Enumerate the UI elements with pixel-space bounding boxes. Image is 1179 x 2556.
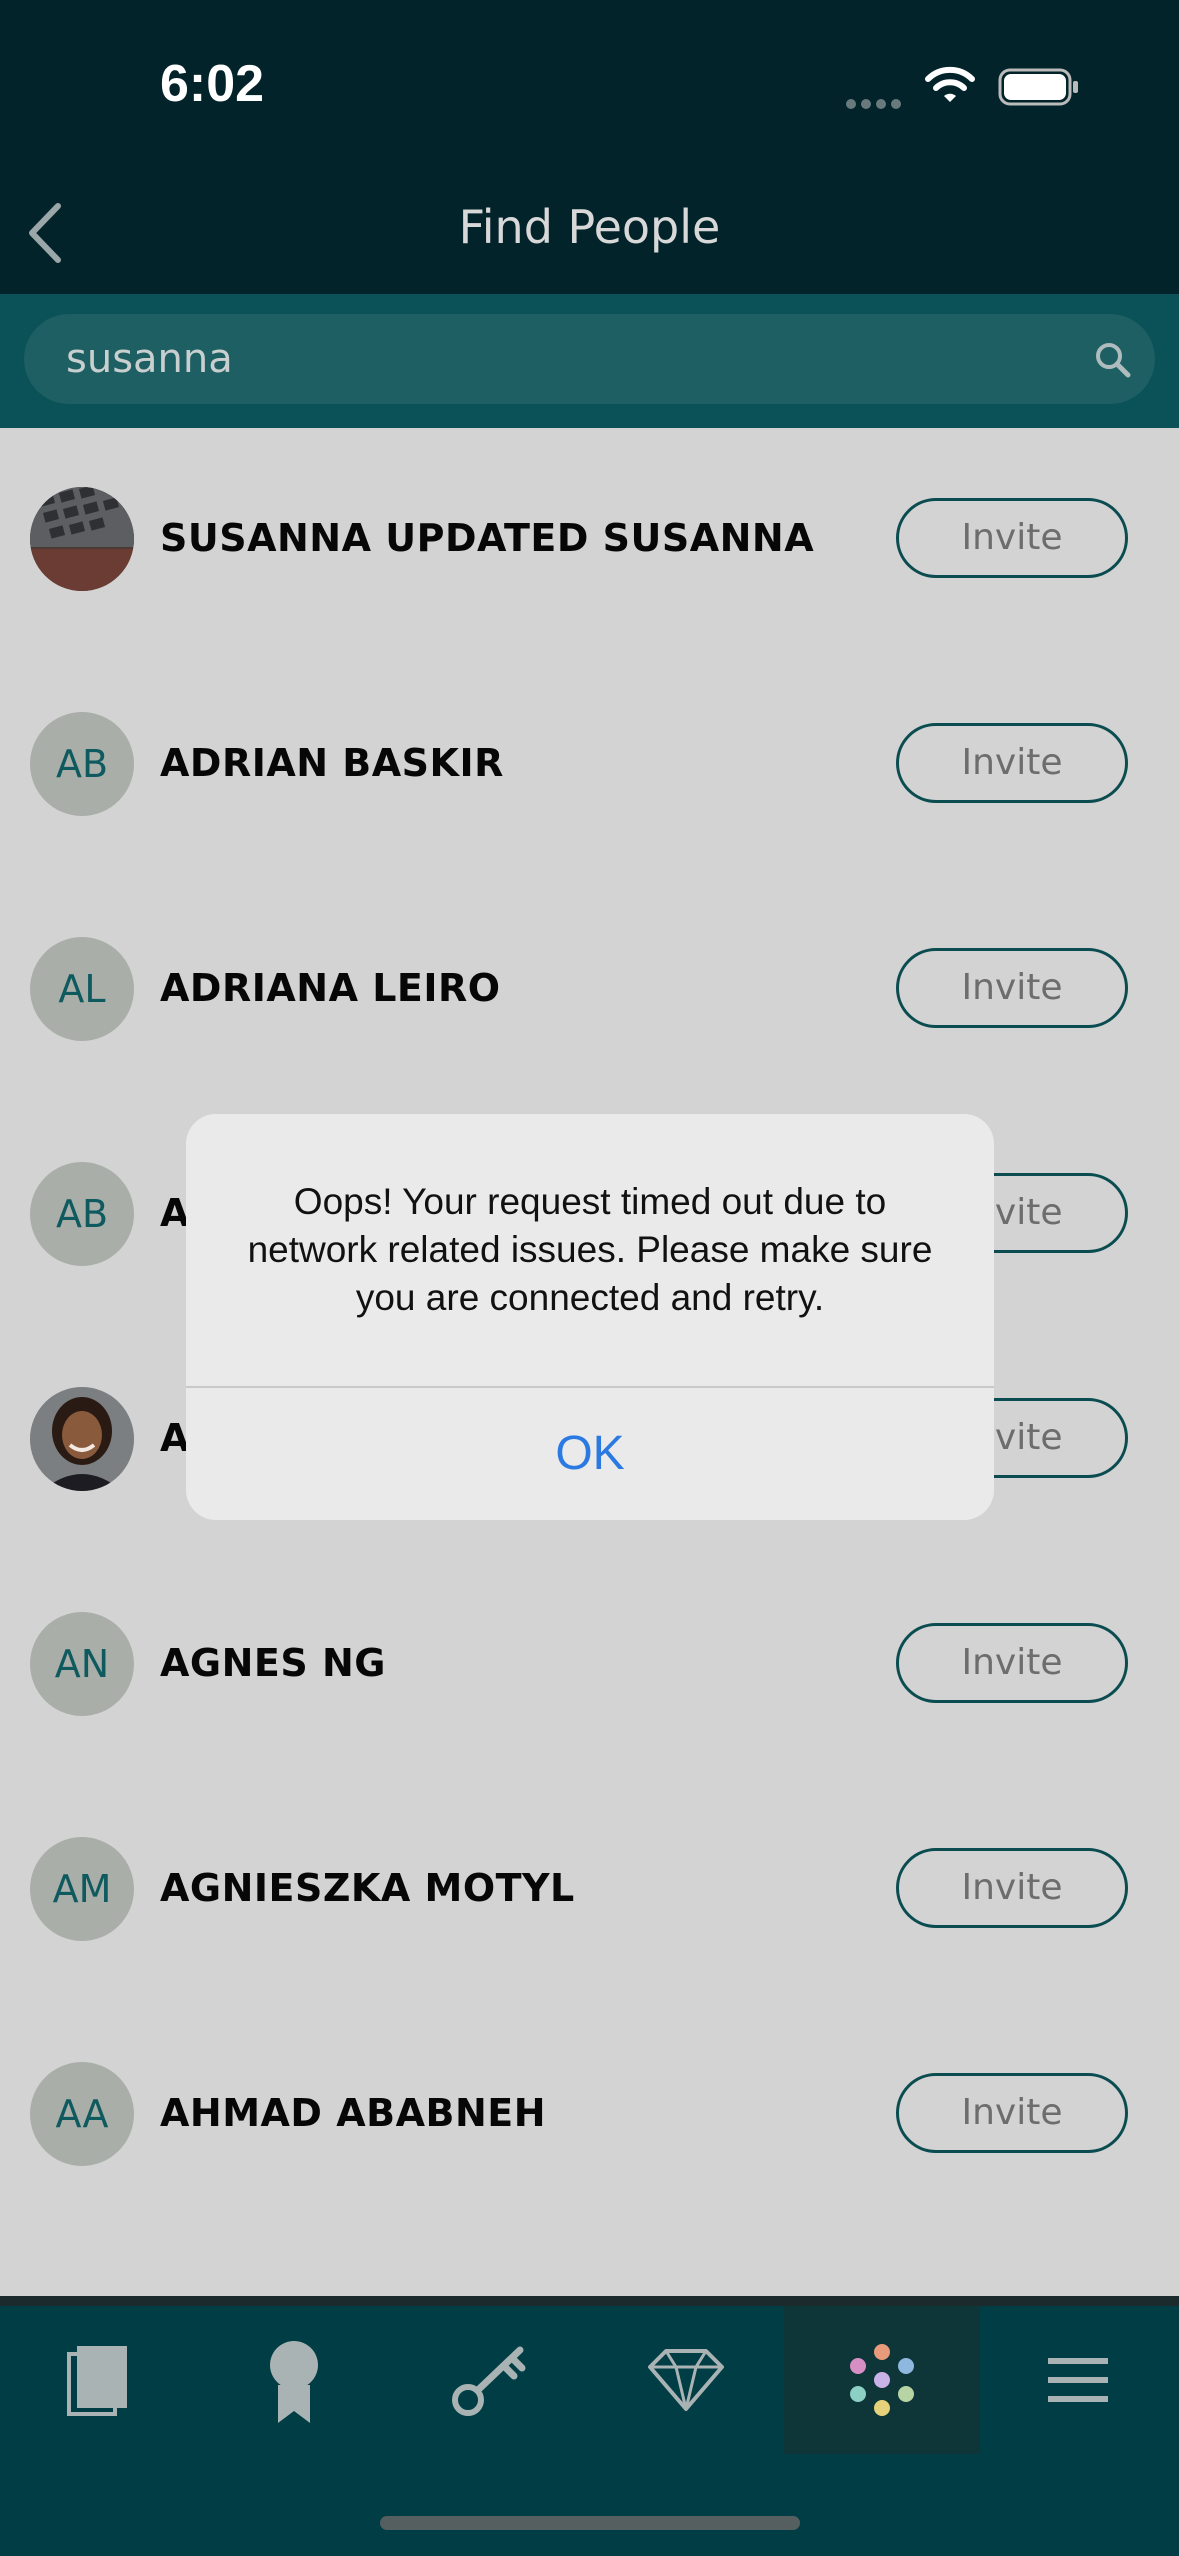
tab-achievements[interactable] <box>196 2306 392 2454</box>
person-photo-icon <box>30 1387 134 1491</box>
avatar: AB <box>30 1162 134 1266</box>
person-name: ADRIANA LEIRO <box>160 966 501 1010</box>
avatar <box>30 1387 134 1491</box>
tab-people[interactable] <box>784 2306 980 2454</box>
book-icon <box>67 2346 127 2416</box>
avatar: AN <box>30 1612 134 1716</box>
tab-bar <box>0 2296 1179 2556</box>
tab-library[interactable] <box>0 2306 196 2454</box>
avatar <box>30 487 134 591</box>
alert-dialog: Oops! Your request timed out due to netw… <box>186 1114 994 1520</box>
avatar-initials: AN <box>54 1642 110 1686</box>
status-bar: 6:02 <box>0 0 1179 160</box>
invite-button[interactable]: Invite <box>896 723 1128 803</box>
search-icon[interactable] <box>1093 340 1133 380</box>
person-name: ADRIAN BASKIR <box>160 741 504 785</box>
avatar-initials: AL <box>58 967 106 1011</box>
avatar-initials: AB <box>55 742 109 786</box>
invite-button[interactable]: Invite <box>896 498 1128 578</box>
tab-keys[interactable] <box>392 2306 588 2454</box>
list-item[interactable]: SUSANNA UPDATED SUSANNA Invite <box>0 428 1179 653</box>
search-area: susanna <box>0 294 1179 428</box>
home-indicator[interactable] <box>380 2516 800 2530</box>
list-item[interactable]: AA AHMAD ABABNEH Invite <box>0 2003 1179 2228</box>
tab-premium[interactable] <box>588 2306 784 2454</box>
people-dots-icon <box>850 2344 914 2416</box>
avatar-initials: AB <box>55 1192 109 1236</box>
person-name: AGNIESZKA MOTYL <box>160 1866 575 1910</box>
alert-message: Oops! Your request timed out due to netw… <box>247 1181 933 1318</box>
avatar-initials: AA <box>55 2092 109 2136</box>
invite-button[interactable]: Invite <box>896 2073 1128 2153</box>
invite-button[interactable]: Invite <box>896 1623 1128 1703</box>
list-item[interactable]: AL ADRIANA LEIRO Invite <box>0 878 1179 1103</box>
wifi-icon <box>925 66 975 102</box>
cellular-signal-icon <box>846 96 906 109</box>
search-input-value: susanna <box>66 336 233 382</box>
person-name: AGNES NG <box>160 1641 386 1685</box>
avatar: AL <box>30 937 134 1041</box>
battery-icon <box>998 68 1078 106</box>
invite-button[interactable]: Invite <box>896 948 1128 1028</box>
page-title: Find People <box>458 200 721 254</box>
key-icon <box>452 2346 526 2416</box>
avatar: AB <box>30 712 134 816</box>
avatar: AA <box>30 2062 134 2166</box>
tab-menu[interactable] <box>980 2306 1176 2454</box>
search-input[interactable]: susanna <box>24 314 1155 404</box>
menu-icon <box>1048 2358 1108 2402</box>
list-item[interactable]: AB ADRIAN BASKIR Invite <box>0 653 1179 878</box>
list-item[interactable]: AM AGNIESZKA MOTYL Invite <box>0 1778 1179 2003</box>
ok-button[interactable]: OK <box>186 1388 994 1520</box>
keyboard-photo-icon <box>30 487 134 591</box>
tab-bar-divider <box>0 2296 1179 2306</box>
award-ribbon-icon <box>270 2341 318 2423</box>
status-time: 6:02 <box>160 55 265 113</box>
invite-button[interactable]: Invite <box>896 1848 1128 1928</box>
person-name: AHMAD ABABNEH <box>160 2091 547 2135</box>
avatar: AM <box>30 1837 134 1941</box>
nav-bar: Find People <box>0 160 1179 294</box>
list-item[interactable]: AN AGNES NG Invite <box>0 1553 1179 1778</box>
avatar-initials: AM <box>52 1867 112 1911</box>
person-name: SUSANNA UPDATED SUSANNA <box>160 516 815 560</box>
diamond-icon <box>648 2349 724 2411</box>
